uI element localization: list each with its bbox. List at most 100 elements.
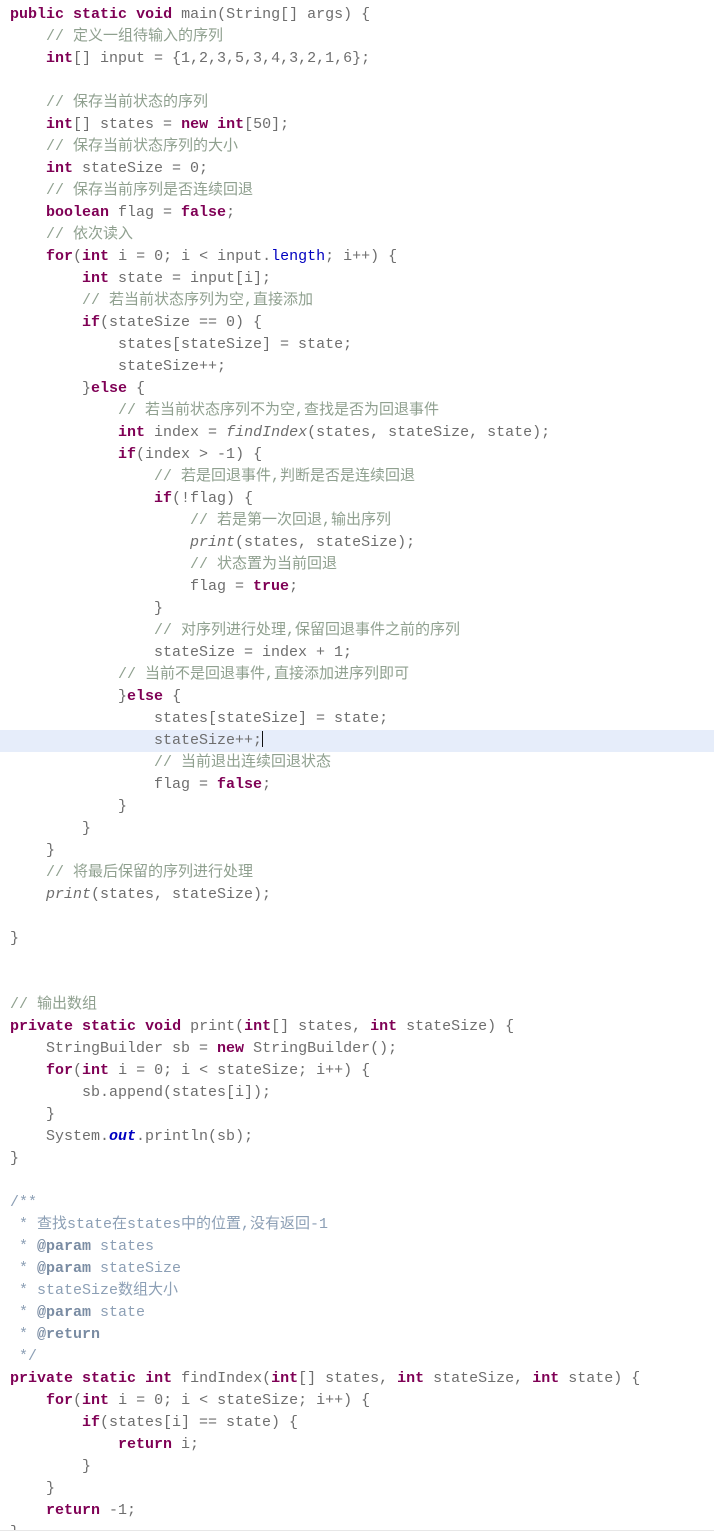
- code-token-kw: int: [82, 1062, 110, 1079]
- code-line[interactable]: }: [0, 1478, 714, 1500]
- code-token-pln: ;: [226, 204, 236, 221]
- code-line[interactable]: * stateSize数组大小: [0, 1280, 714, 1302]
- code-line[interactable]: // 当前退出连续回退状态: [0, 752, 714, 774]
- code-line[interactable]: // 当前不是回退事件,直接添加进序列即可: [0, 664, 714, 686]
- code-line[interactable]: stateSize++;: [0, 356, 714, 378]
- code-line[interactable]: return i;: [0, 1434, 714, 1456]
- code-editor-viewport[interactable]: public static void main(String[] args) {…: [0, 0, 714, 1531]
- code-line[interactable]: }: [0, 818, 714, 840]
- code-line[interactable]: int[] input = {1,2,3,5,3,4,3,2,1,6};: [0, 48, 714, 70]
- code-line[interactable]: // 定义一组待输入的序列: [0, 26, 714, 48]
- code-line[interactable]: for(int i = 0; i < stateSize; i++) {: [0, 1060, 714, 1082]
- code-line[interactable]: int state = input[i];: [0, 268, 714, 290]
- code-line[interactable]: if(index > -1) {: [0, 444, 714, 466]
- code-line[interactable]: }: [0, 1522, 714, 1530]
- code-line[interactable]: // 状态置为当前回退: [0, 554, 714, 576]
- code-token-pln: }: [10, 930, 20, 947]
- code-line[interactable]: // 对序列进行处理,保留回退事件之前的序列: [0, 620, 714, 642]
- code-token-kw: static: [73, 6, 128, 23]
- code-line[interactable]: }else {: [0, 378, 714, 400]
- code-token-pln: index =: [145, 424, 227, 441]
- code-token-cmt: // 保存当前状态序列的大小: [46, 138, 239, 155]
- code-token-kw: int: [46, 116, 74, 133]
- code-token-pln: (!flag) {: [172, 490, 254, 507]
- code-line[interactable]: states[stateSize] = state;: [0, 708, 714, 730]
- code-line[interactable]: states[stateSize] = state;: [0, 334, 714, 356]
- code-line[interactable]: * @param states: [0, 1236, 714, 1258]
- code-line[interactable]: boolean flag = false;: [0, 202, 714, 224]
- code-token-pln: state) {: [559, 1370, 641, 1387]
- code-line[interactable]: [0, 972, 714, 994]
- code-line[interactable]: * @return: [0, 1324, 714, 1346]
- source-code-area[interactable]: public static void main(String[] args) {…: [0, 0, 714, 1530]
- code-token-pln: [136, 1018, 145, 1035]
- code-line[interactable]: if(stateSize == 0) {: [0, 312, 714, 334]
- code-line[interactable]: // 若当前状态序列为空,直接添加: [0, 290, 714, 312]
- code-line[interactable]: * @param stateSize: [0, 1258, 714, 1280]
- code-line[interactable]: /**: [0, 1192, 714, 1214]
- code-line[interactable]: stateSize = index + 1;: [0, 642, 714, 664]
- code-line[interactable]: // 若是第一次回退,输出序列: [0, 510, 714, 532]
- code-line[interactable]: stateSize++;: [0, 730, 714, 752]
- code-line[interactable]: sb.append(states[i]);: [0, 1082, 714, 1104]
- code-line[interactable]: }else {: [0, 686, 714, 708]
- code-line[interactable]: StringBuilder sb = new StringBuilder();: [0, 1038, 714, 1060]
- code-line[interactable]: }: [0, 840, 714, 862]
- code-token-kw: int: [145, 1370, 173, 1387]
- code-token-doc: * 查找state在states中的位置,没有返回-1: [10, 1216, 329, 1233]
- code-line[interactable]: // 保存当前状态序列的大小: [0, 136, 714, 158]
- code-line[interactable]: // 若当前状态序列不为空,查找是否为回退事件: [0, 400, 714, 422]
- code-line[interactable]: flag = true;: [0, 576, 714, 598]
- code-line[interactable]: private static void print(int[] states, …: [0, 1016, 714, 1038]
- code-token-pln: (stateSize == 0) {: [100, 314, 263, 331]
- code-line[interactable]: int stateSize = 0;: [0, 158, 714, 180]
- code-line[interactable]: int[] states = new int[50];: [0, 114, 714, 136]
- code-line[interactable]: System.out.println(sb);: [0, 1126, 714, 1148]
- code-line[interactable]: [0, 1170, 714, 1192]
- code-line[interactable]: }: [0, 796, 714, 818]
- code-token-doc: states: [91, 1238, 155, 1255]
- code-line[interactable]: return -1;: [0, 1500, 714, 1522]
- code-line[interactable]: * @param state: [0, 1302, 714, 1324]
- code-token-pln: (states[i] == state) {: [100, 1414, 299, 1431]
- code-token-kw: int: [217, 116, 245, 133]
- code-line[interactable]: }: [0, 1456, 714, 1478]
- code-line[interactable]: // 若是回退事件,判断是否是连续回退: [0, 466, 714, 488]
- code-line[interactable]: // 输出数组: [0, 994, 714, 1016]
- code-token-smth: findIndex: [226, 424, 308, 441]
- code-line[interactable]: }: [0, 928, 714, 950]
- code-line[interactable]: // 保存当前序列是否连续回退: [0, 180, 714, 202]
- code-line[interactable]: int index = findIndex(states, stateSize,…: [0, 422, 714, 444]
- code-line[interactable]: }: [0, 598, 714, 620]
- code-line[interactable]: for(int i = 0; i < stateSize; i++) {: [0, 1390, 714, 1412]
- code-line[interactable]: print(states, stateSize);: [0, 532, 714, 554]
- code-line[interactable]: flag = false;: [0, 774, 714, 796]
- code-line[interactable]: [0, 950, 714, 972]
- code-line[interactable]: // 依次读入: [0, 224, 714, 246]
- code-token-pln: main(String[] args) {: [172, 6, 371, 23]
- code-token-cmt: // 若当前状态序列不为空,查找是否为回退事件: [118, 402, 440, 419]
- code-token-cmt: // 若是回退事件,判断是否是连续回退: [154, 468, 416, 485]
- code-line[interactable]: // 将最后保留的序列进行处理: [0, 862, 714, 884]
- code-line[interactable]: print(states, stateSize);: [0, 884, 714, 906]
- code-line[interactable]: }: [0, 1104, 714, 1126]
- code-token-cmt: // 将最后保留的序列进行处理: [46, 864, 254, 881]
- code-line[interactable]: // 保存当前状态的序列: [0, 92, 714, 114]
- code-line[interactable]: public static void main(String[] args) {: [0, 4, 714, 26]
- code-line[interactable]: for(int i = 0; i < input.length; i++) {: [0, 246, 714, 268]
- code-line[interactable]: private static int findIndex(int[] state…: [0, 1368, 714, 1390]
- code-line[interactable]: if(states[i] == state) {: [0, 1412, 714, 1434]
- code-line[interactable]: */: [0, 1346, 714, 1368]
- code-line[interactable]: if(!flag) {: [0, 488, 714, 510]
- code-line[interactable]: [0, 70, 714, 92]
- code-token-pln: sb.append(states[i]);: [82, 1084, 272, 1101]
- code-line[interactable]: }: [0, 1148, 714, 1170]
- code-line[interactable]: * 查找state在states中的位置,没有返回-1: [0, 1214, 714, 1236]
- code-line[interactable]: [0, 906, 714, 928]
